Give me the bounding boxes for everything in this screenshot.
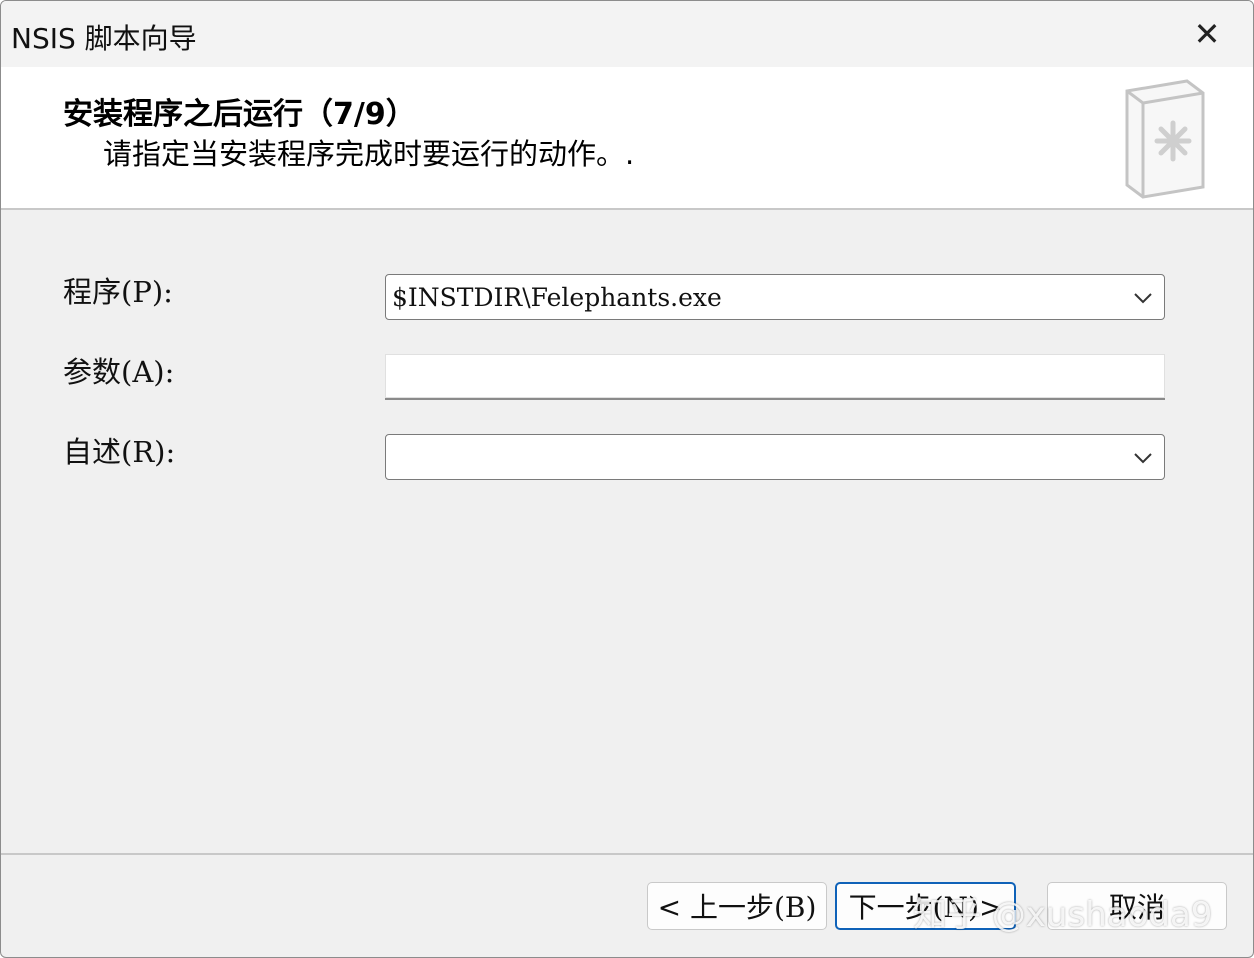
next-button[interactable]: 下一步(N)>: [835, 882, 1016, 930]
page-title: 安装程序之后运行（7/9）: [63, 97, 416, 132]
footer-divider: [1, 853, 1253, 855]
close-icon: ✕: [1193, 15, 1221, 53]
chevron-down-icon[interactable]: [1132, 447, 1154, 469]
back-button[interactable]: < 上一步(B): [647, 882, 827, 930]
params-input[interactable]: [385, 354, 1165, 400]
script-book-icon: [1125, 79, 1205, 199]
cancel-button[interactable]: 取消: [1047, 882, 1227, 930]
readme-label: 自述(R):: [63, 435, 176, 469]
window-title: NSIS 脚本向导: [11, 22, 197, 55]
wizard-window: NSIS 脚本向导 ✕ 安装程序之后运行（7/9） 请指定当安装程序完成时要运行…: [0, 0, 1254, 958]
close-button[interactable]: ✕: [1161, 1, 1253, 67]
program-label: 程序(P):: [63, 275, 173, 309]
readme-combobox[interactable]: [385, 434, 1165, 480]
title-bar: NSIS 脚本向导 ✕: [1, 1, 1253, 67]
wizard-header: 安装程序之后运行（7/9） 请指定当安装程序完成时要运行的动作。.: [1, 67, 1253, 210]
chevron-down-icon[interactable]: [1132, 287, 1154, 309]
params-label: 参数(A):: [63, 355, 175, 389]
page-subtitle: 请指定当安装程序完成时要运行的动作。.: [103, 137, 635, 171]
program-value: $INSTDIR\Felephants.exe: [392, 283, 722, 312]
program-combobox[interactable]: $INSTDIR\Felephants.exe: [385, 274, 1165, 320]
